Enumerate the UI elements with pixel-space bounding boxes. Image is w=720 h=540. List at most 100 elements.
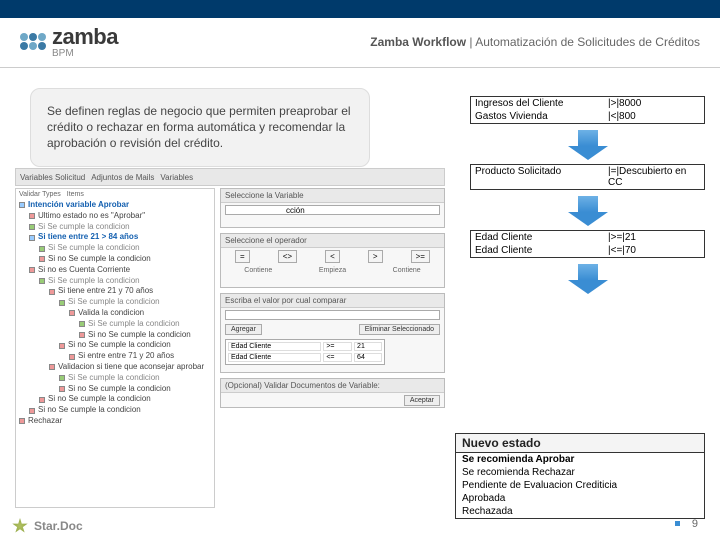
main: Se definen reglas de negocio que permite… bbox=[0, 68, 720, 538]
tree-tab[interactable]: Items bbox=[67, 191, 84, 198]
toolbar-item[interactable]: Variables bbox=[160, 173, 193, 182]
state-title: Nuevo estado bbox=[456, 434, 704, 453]
op-contains2[interactable]: Contiene bbox=[393, 267, 421, 274]
tree-node[interactable]: Si entre entre 71 y 20 años bbox=[19, 351, 211, 362]
op-ne[interactable]: <> bbox=[278, 250, 297, 263]
tree-node-label: Si Se cumple la condicion bbox=[38, 222, 130, 233]
op-contains[interactable]: Contiene bbox=[244, 267, 272, 274]
tree-node-icon bbox=[29, 408, 35, 414]
tree-node-label: Validacion si tiene que aconsejar aproba… bbox=[58, 362, 204, 373]
tree-node-label: Si entre entre 71 y 20 años bbox=[78, 351, 174, 362]
state-option[interactable]: Rechazada bbox=[456, 505, 704, 518]
compare-input[interactable] bbox=[225, 310, 440, 320]
state-option[interactable]: Pendiente de Evaluacion Crediticia bbox=[456, 479, 704, 492]
breadcrumb-tail: Automatización de Solicitudes de Crédito… bbox=[475, 35, 700, 49]
tree-node[interactable]: Validacion si tiene que aconsejar aproba… bbox=[19, 362, 211, 373]
star-icon bbox=[12, 518, 28, 534]
rule-field: Producto Solicitado bbox=[471, 165, 604, 189]
tree-node-label: Si Se cumple la condicion bbox=[88, 319, 180, 330]
rule-field: Gastos Vivienda bbox=[471, 110, 604, 123]
op-starts[interactable]: Empieza bbox=[319, 267, 346, 274]
box-title: Escriba el valor por cual comparar bbox=[221, 294, 444, 308]
rule-field: Edad Cliente bbox=[471, 244, 604, 257]
tree-node[interactable]: Si Se cumple la condicion bbox=[19, 222, 211, 233]
tree-node[interactable]: Si Se cumple la condicion bbox=[19, 276, 211, 287]
arrow-down-icon bbox=[568, 130, 608, 160]
tree-node[interactable]: Si no Se cumple la condicion bbox=[19, 384, 211, 395]
rule-box: Producto Solicitado|=|Descubierto en CC bbox=[470, 164, 705, 190]
tree-node[interactable]: Si no Se cumple la condicion bbox=[19, 330, 211, 341]
tree-node-icon bbox=[79, 332, 85, 338]
logo: zamba BPM bbox=[20, 24, 118, 59]
select-variable-box: Seleccione la Variable cción bbox=[220, 188, 445, 228]
tree-node-label: Si Se cumple la condicion bbox=[48, 243, 140, 254]
tree-node-label: Si tiene entre 21 y 70 años bbox=[58, 286, 153, 297]
tree-node[interactable]: Si no Se cumple la condicion bbox=[19, 405, 211, 416]
tree-node-icon bbox=[59, 343, 65, 349]
tree-node-icon bbox=[59, 375, 65, 381]
toolbar-item[interactable]: Adjuntos de Mails bbox=[91, 173, 154, 182]
rule-cond: |<=|70 bbox=[604, 244, 704, 257]
tree-node[interactable]: Si tiene entre 21 > 84 años bbox=[19, 232, 211, 243]
breadcrumb: Zamba Workflow | Automatización de Solic… bbox=[370, 35, 700, 49]
page-number: 9 bbox=[692, 518, 698, 530]
tree-node-icon bbox=[59, 300, 65, 306]
toolbar-item[interactable]: Variables Solicitud bbox=[20, 173, 85, 182]
conditions-table[interactable]: Edad Cliente>=21 Edad Cliente<=64 bbox=[225, 339, 385, 365]
rules-column: Ingresos del Cliente|>|8000 Gastos Vivie… bbox=[470, 96, 705, 298]
tree-node[interactable]: Si no Se cumple la condicion bbox=[19, 394, 211, 405]
tree-node[interactable]: Rechazar bbox=[19, 416, 211, 427]
tree-node-icon bbox=[39, 256, 45, 262]
tree-node-icon bbox=[59, 386, 65, 392]
tree-node-label: Intención variable Aprobar bbox=[28, 200, 129, 211]
rule-cond: |>=|21 bbox=[604, 231, 704, 244]
tree-node-icon bbox=[69, 310, 75, 316]
footer-brand: Star.Doc bbox=[34, 519, 83, 533]
header: zamba BPM Zamba Workflow | Automatizació… bbox=[0, 18, 720, 68]
state-option[interactable]: Se recomienda Rechazar bbox=[456, 466, 704, 479]
tree-node[interactable]: Si Se cumple la condicion bbox=[19, 373, 211, 384]
tree-node-label: Si no es Cuenta Corriente bbox=[38, 265, 130, 276]
rule-tree[interactable]: Validar Types Items Intención variable A… bbox=[15, 188, 215, 508]
arrow-down-icon bbox=[568, 264, 608, 294]
tree-node-icon bbox=[19, 202, 25, 208]
tree-node-label: Ultimo estado no es "Aprobar" bbox=[38, 211, 145, 222]
rule-cond: |<|800 bbox=[604, 110, 704, 123]
tree-node[interactable]: Si tiene entre 21 y 70 años bbox=[19, 286, 211, 297]
tree-node[interactable]: Si no Se cumple la condicion bbox=[19, 254, 211, 265]
tree-node[interactable]: Intención variable Aprobar bbox=[19, 200, 211, 211]
tree-node[interactable]: Si Se cumple la condicion bbox=[19, 297, 211, 308]
tree-node[interactable]: Si no es Cuenta Corriente bbox=[19, 265, 211, 276]
tree-tab[interactable]: Validar Types bbox=[19, 191, 61, 198]
delete-button[interactable]: Eliminar Seleccionado bbox=[359, 324, 440, 335]
tree-node-label: Si no Se cumple la condicion bbox=[68, 340, 171, 351]
footer-logo: Star.Doc bbox=[12, 518, 83, 534]
add-button[interactable]: Agregar bbox=[225, 324, 262, 335]
state-option[interactable]: Se recomienda Aprobar bbox=[456, 453, 704, 466]
state-option[interactable]: Aprobada bbox=[456, 492, 704, 505]
accept-button[interactable]: Aceptar bbox=[404, 395, 440, 406]
rule-field: Edad Cliente bbox=[471, 231, 604, 244]
rule-cond: |=|Descubierto en CC bbox=[604, 165, 704, 189]
rule-box: Ingresos del Cliente|>|8000 Gastos Vivie… bbox=[470, 96, 705, 124]
tree-node-label: Si Se cumple la condicion bbox=[68, 297, 160, 308]
tree-node[interactable]: Si Se cumple la condicion bbox=[19, 243, 211, 254]
tree-node-icon bbox=[29, 235, 35, 241]
op-gt[interactable]: > bbox=[368, 250, 383, 263]
tree-node[interactable]: Si no Se cumple la condicion bbox=[19, 340, 211, 351]
box-title: Seleccione la Variable bbox=[221, 189, 444, 203]
breadcrumb-main: Zamba Workflow bbox=[370, 35, 466, 49]
callout-text: Se definen reglas de negocio que permite… bbox=[47, 104, 351, 150]
op-ge[interactable]: >= bbox=[411, 250, 430, 263]
op-lt[interactable]: < bbox=[325, 250, 340, 263]
tree-node[interactable]: Valida la condicion bbox=[19, 308, 211, 319]
table-row: Edad Cliente<=64 bbox=[228, 353, 382, 362]
tree-node-label: Si Se cumple la condicion bbox=[48, 276, 140, 287]
tree-node[interactable]: Ultimo estado no es "Aprobar" bbox=[19, 211, 211, 222]
variable-input[interactable]: cción bbox=[225, 205, 440, 215]
tree-node[interactable]: Si Se cumple la condicion bbox=[19, 319, 211, 330]
page-bullet-icon bbox=[675, 521, 680, 526]
tree-node-label: Si no Se cumple la condicion bbox=[48, 394, 151, 405]
tree-node-icon bbox=[69, 354, 75, 360]
op-eq[interactable]: = bbox=[235, 250, 250, 263]
